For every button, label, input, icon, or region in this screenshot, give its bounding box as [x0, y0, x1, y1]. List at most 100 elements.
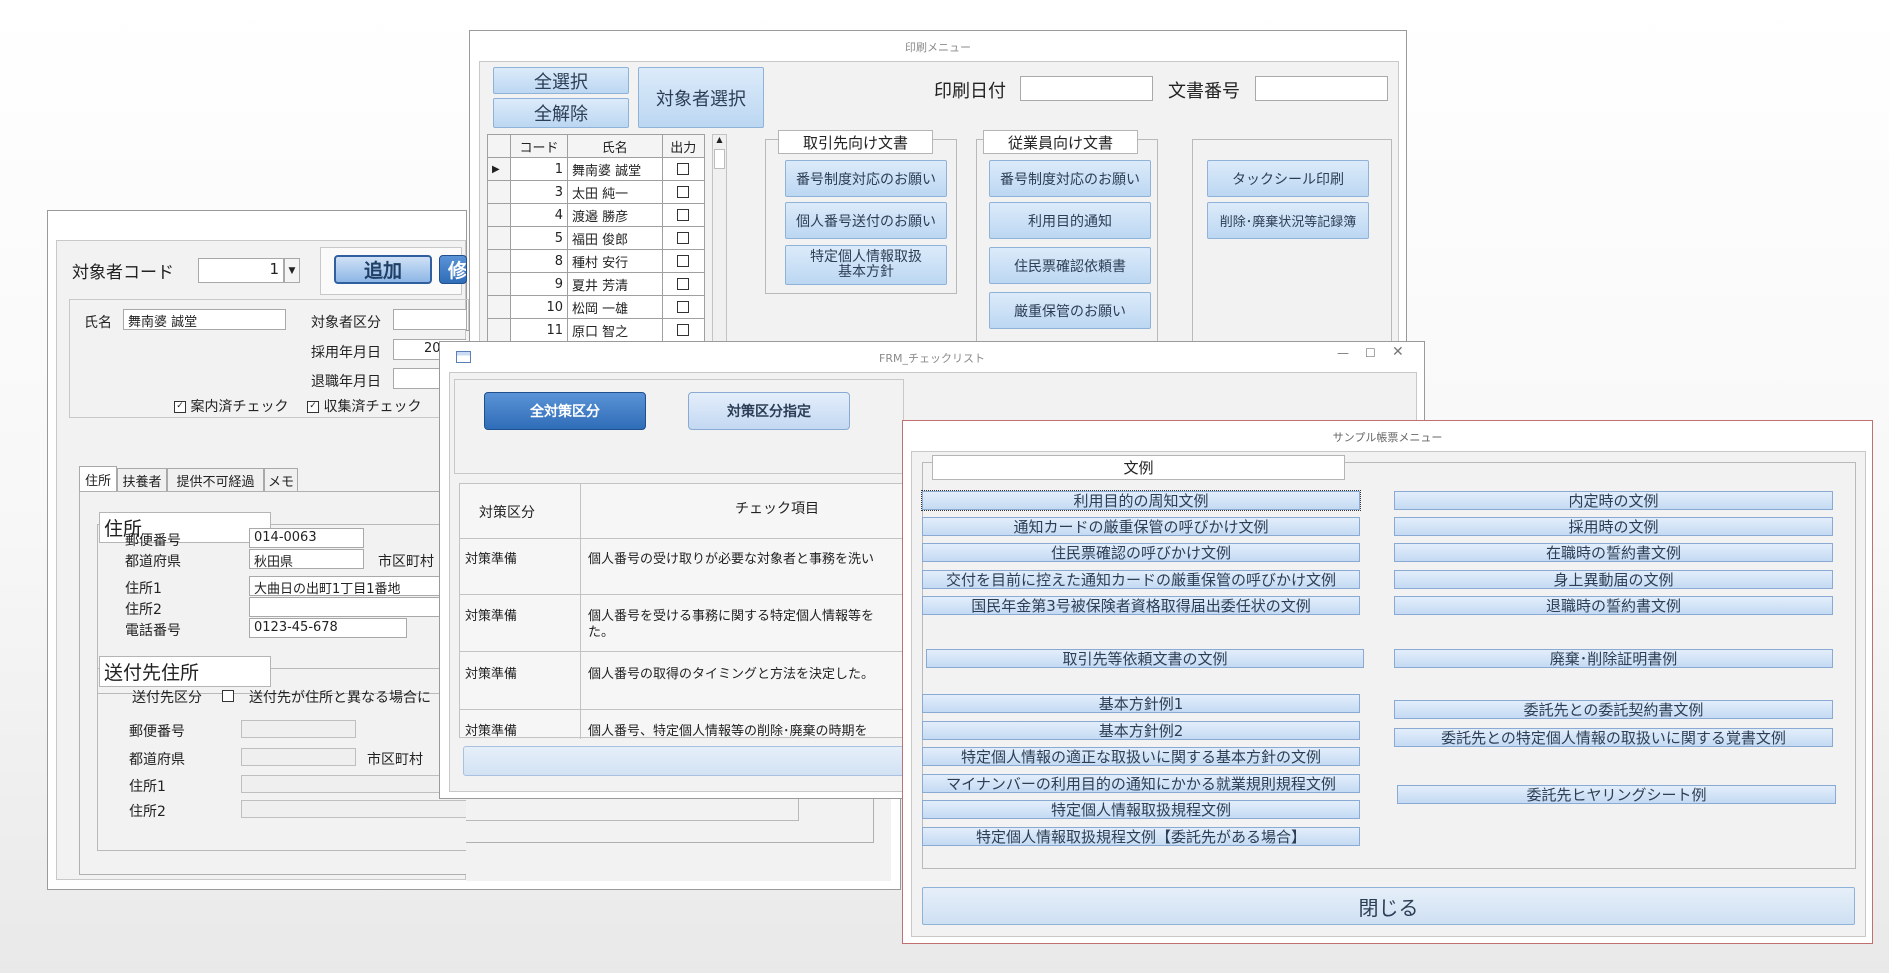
checklist-bottom-bar[interactable]: [463, 746, 923, 776]
notice-check[interactable]: ✓ 案内済チェック: [174, 396, 288, 416]
table-row[interactable]: 10 松岡 一雄: [487, 295, 706, 319]
current-row-pointer-icon[interactable]: ▶: [487, 157, 511, 181]
output-checkbox[interactable]: [677, 324, 690, 336]
sample-left-item[interactable]: 基本方針例1: [922, 694, 1360, 713]
category-column-header: 対策区分: [479, 505, 535, 521]
addr2-field[interactable]: [249, 597, 467, 617]
tab-unavailable[interactable]: 提供不可経過: [167, 468, 264, 492]
sample-right-item[interactable]: 委託先との特定個人情報の取扱いに関する覚書文例: [1394, 728, 1833, 747]
tab-address[interactable]: 住所: [79, 466, 117, 492]
sample-right-item[interactable]: 委託先との委託契約書文例: [1394, 700, 1833, 719]
table-row[interactable]: 3 太田 純一: [487, 180, 706, 204]
sample-left-item[interactable]: 基本方針例2: [922, 721, 1360, 740]
phone-field[interactable]: 0123-45-678: [249, 618, 407, 638]
client-send-number-label: 個人番号送付のお願い: [796, 213, 936, 230]
doc-number-input[interactable]: [1255, 76, 1388, 101]
employee-docs-title: 従業員向け文書: [983, 130, 1138, 154]
output-checkbox[interactable]: [677, 232, 690, 244]
sample-left-item[interactable]: マイナンバーの利用目的の通知にかかる就業規則規程文例: [922, 774, 1360, 793]
sample-right-item[interactable]: 廃棄･削除証明書例: [1394, 649, 1833, 668]
table-row[interactable]: 4 渡邉 勝彦: [487, 203, 706, 227]
table-row[interactable]: 8 種村 安行: [487, 249, 706, 273]
secure-storage-button[interactable]: 厳重保管のお願い: [989, 292, 1151, 329]
phone-label: 電話番号: [125, 623, 181, 639]
close-button[interactable]: 閉じる: [922, 887, 1855, 925]
employee-number-system-button[interactable]: 番号制度対応のお願い: [989, 160, 1151, 197]
tab-dependents[interactable]: 扶養者: [117, 468, 167, 492]
edit-button[interactable]: 修: [439, 255, 467, 284]
sample-right-item[interactable]: 在職時の誓約書文例: [1394, 543, 1833, 562]
scroll-up-icon[interactable]: ▲: [714, 135, 725, 147]
row-selector[interactable]: [487, 318, 511, 342]
client-send-number-button[interactable]: 個人番号送付のお願い: [785, 202, 947, 239]
collect-checkbox[interactable]: ✓: [307, 401, 319, 413]
postal-field[interactable]: 014-0063: [249, 528, 364, 548]
sample-right-item[interactable]: 委託先ヒヤリングシート例: [1397, 785, 1836, 804]
send-postal-label: 郵便番号: [129, 724, 185, 740]
sample-left-item[interactable]: 住民票確認の呼びかけ文例: [922, 543, 1360, 562]
sample-left-item[interactable]: 取引先等依頼文書の文例: [926, 649, 1364, 668]
send-pref-field[interactable]: [241, 748, 356, 766]
row-selector[interactable]: [487, 295, 511, 319]
resident-card-request-button[interactable]: 住民票確認依頼書: [989, 247, 1151, 284]
table-row[interactable]: 5 福田 俊郎: [487, 226, 706, 250]
output-checkbox[interactable]: [677, 186, 690, 198]
all-categories-button[interactable]: 全対策区分: [484, 392, 646, 430]
purpose-notice-button[interactable]: 利用目的通知: [989, 202, 1151, 239]
notice-checkbox[interactable]: ✓: [174, 401, 186, 413]
tack-seal-print-button[interactable]: タックシール印刷: [1207, 160, 1369, 197]
maximize-icon[interactable]: ☐: [1365, 346, 1376, 360]
add-button[interactable]: 追加: [334, 255, 432, 284]
specify-category-button[interactable]: 対策区分指定: [688, 392, 850, 430]
sample-left-item[interactable]: 特定個人情報取扱規程文例: [922, 800, 1360, 819]
item-column-header: チェック項目: [735, 501, 819, 517]
minimize-icon[interactable]: —: [1337, 346, 1349, 360]
addr1-field[interactable]: 大曲日の出町1丁目1番地: [249, 576, 467, 596]
row-selector[interactable]: [487, 180, 511, 204]
send-addr2-field[interactable]: [241, 800, 467, 818]
grid-scrollbar[interactable]: ▲: [712, 134, 727, 344]
sample-right-item[interactable]: 退職時の誓約書文例: [1394, 596, 1833, 615]
row-selector[interactable]: [487, 249, 511, 273]
deletion-record-button[interactable]: 削除･廃棄状況等記録簿: [1207, 202, 1369, 239]
deselect-all-label: 全解除: [534, 104, 588, 125]
subject-code-combo[interactable]: 1: [198, 258, 284, 283]
sample-left-item[interactable]: 交付を目前に控えた通知カードの厳重保管の呼びかけ文例: [922, 570, 1360, 589]
tab-memo[interactable]: メモ: [264, 468, 298, 492]
output-checkbox[interactable]: [677, 209, 690, 221]
select-all-button[interactable]: 全選択: [493, 67, 629, 94]
sample-left-item[interactable]: 国民年金第3号被保険者資格取得届出委任状の文例: [922, 596, 1360, 615]
row-selector[interactable]: [487, 203, 511, 227]
sample-left-item[interactable]: 特定個人情報の適正な取扱いに関する基本方針の文例: [922, 747, 1360, 766]
output-checkbox[interactable]: [677, 301, 690, 313]
sample-right-item[interactable]: 採用時の文例: [1394, 517, 1833, 536]
deselect-all-button[interactable]: 全解除: [493, 98, 629, 128]
sample-left-item[interactable]: 特定個人情報取扱規程文例【委託先がある場合】: [922, 827, 1360, 846]
pref-field[interactable]: 秋田県: [249, 549, 364, 569]
collect-check[interactable]: ✓ 収集済チェック: [307, 396, 421, 416]
table-row[interactable]: 11 原口 智之: [487, 318, 706, 342]
name-field[interactable]: 舞南婆 誠堂: [123, 309, 286, 330]
sample-right-item[interactable]: 身上異動届の文例: [1394, 570, 1833, 589]
category-field[interactable]: [393, 309, 467, 330]
output-checkbox[interactable]: [677, 255, 690, 267]
sample-right-item[interactable]: 内定時の文例: [1394, 491, 1833, 510]
row-selector[interactable]: [487, 272, 511, 296]
output-checkbox[interactable]: [677, 278, 690, 290]
output-checkbox[interactable]: [677, 163, 690, 175]
table-row[interactable]: 9 夏井 芳清: [487, 272, 706, 296]
send-addr1-field[interactable]: [241, 775, 467, 793]
sample-left-item[interactable]: 通知カードの厳重保管の呼びかけ文例: [922, 517, 1360, 536]
scroll-thumb[interactable]: [714, 149, 725, 169]
close-icon[interactable]: ✕: [1392, 344, 1404, 360]
chevron-down-icon[interactable]: ▼: [284, 258, 300, 283]
print-date-input[interactable]: [1020, 76, 1153, 101]
sample-left-item[interactable]: 利用目的の周知文例: [921, 490, 1361, 511]
target-select-button[interactable]: 対象者選択: [638, 67, 764, 128]
client-number-system-button[interactable]: 番号制度対応のお願い: [785, 160, 947, 197]
client-basic-policy-button[interactable]: 特定個人情報取扱 基本方針: [785, 245, 947, 285]
row-selector[interactable]: [487, 226, 511, 250]
send-postal-field[interactable]: [241, 720, 356, 738]
table-row[interactable]: ▶ 1 舞南婆 誠堂: [487, 157, 706, 181]
send-category-checkbox[interactable]: [222, 690, 234, 702]
